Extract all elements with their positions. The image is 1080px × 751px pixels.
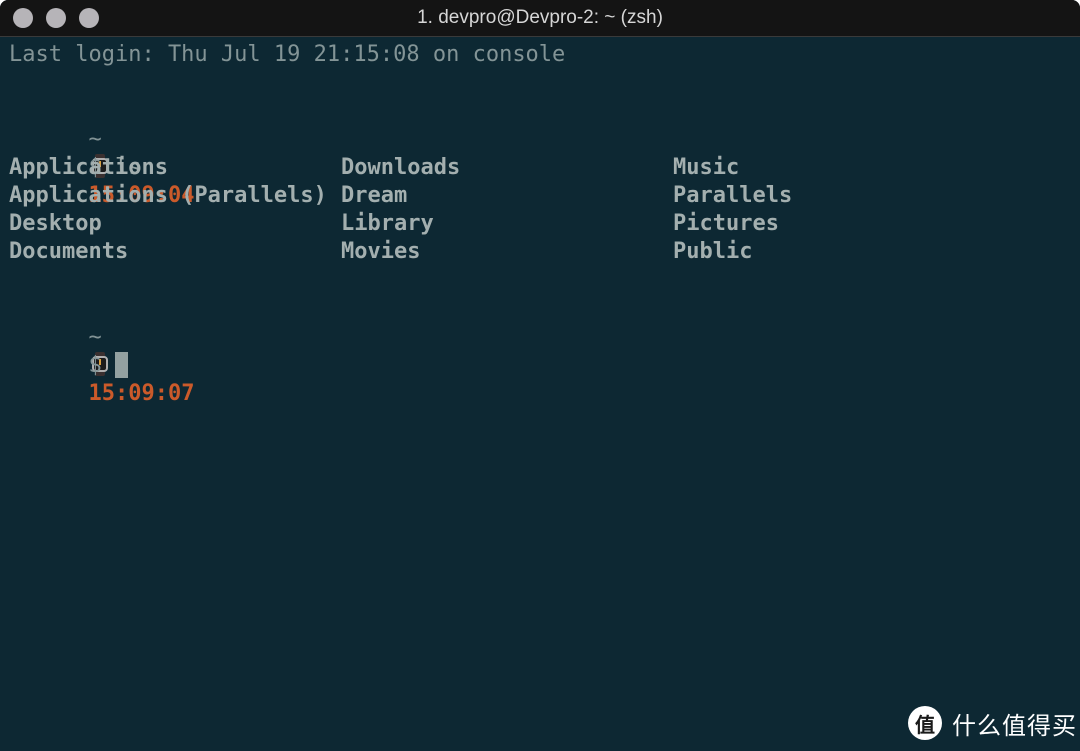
prompt-line: ~ 15:09:07 bbox=[9, 296, 194, 406]
command-line: $ ls bbox=[9, 126, 141, 180]
prompt-time: 15:09:07 bbox=[88, 381, 195, 406]
window-title: 1. devpro@Devpro-2: ~ (zsh) bbox=[417, 7, 663, 28]
ls-entry: Pictures bbox=[673, 211, 779, 236]
last-login-line: Last login: Thu Jul 19 21:15:08 on conso… bbox=[9, 42, 566, 67]
watermark-logo-icon: 值 bbox=[908, 706, 942, 740]
terminal-window: 1. devpro@Devpro-2: ~ (zsh) Last login: … bbox=[0, 0, 1080, 751]
ls-entry: Applications (Parallels) bbox=[9, 183, 327, 208]
watermark-text: 什么值得买 bbox=[952, 711, 1077, 740]
ls-entry: Desktop bbox=[9, 211, 102, 236]
ls-entry: Public bbox=[673, 239, 753, 264]
ls-entry: Documents bbox=[9, 239, 129, 264]
prompt-line: ~ 15:09:04 bbox=[9, 98, 194, 208]
watermark: 值 什么值得买 bbox=[908, 705, 1077, 741]
ls-entry: Dream bbox=[341, 183, 408, 208]
ls-entry: Applications bbox=[9, 155, 168, 180]
text-cursor bbox=[114, 352, 128, 378]
ls-entry: Downloads bbox=[341, 155, 461, 180]
ls-entry: Movies bbox=[341, 239, 421, 264]
ls-entry: Library bbox=[341, 211, 434, 236]
prompt-symbol: $ bbox=[88, 353, 102, 378]
title-bar[interactable]: 1. devpro@Devpro-2: ~ (zsh) bbox=[0, 0, 1080, 37]
ls-entry: Parallels bbox=[673, 183, 793, 208]
ls-entry: Music bbox=[673, 155, 740, 180]
command-line[interactable]: $ bbox=[9, 324, 128, 378]
